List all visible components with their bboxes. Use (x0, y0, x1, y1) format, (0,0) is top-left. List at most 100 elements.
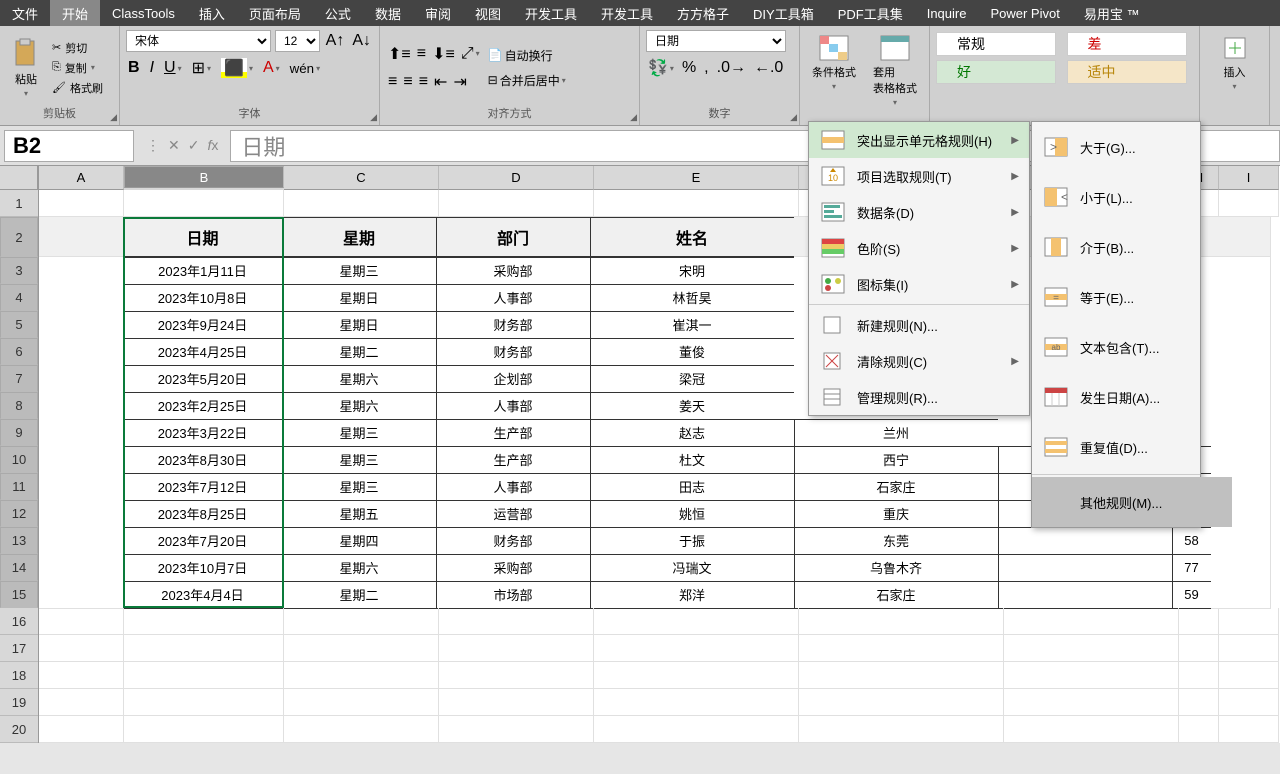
cell[interactable]: 部门 (436, 217, 591, 257)
cell[interactable]: 2023年10月7日 (123, 554, 283, 582)
comma-button[interactable]: , (702, 56, 710, 80)
dialog-launcher-icon[interactable]: ◢ (790, 112, 797, 123)
row-header[interactable]: 20 (0, 716, 38, 743)
cell[interactable]: 2023年3月22日 (123, 419, 283, 447)
cell[interactable] (39, 716, 124, 743)
row-header[interactable]: 6 (0, 338, 38, 365)
cell[interactable]: 采购部 (436, 554, 591, 582)
cell[interactable] (594, 689, 799, 716)
row-header[interactable]: 16 (0, 608, 38, 635)
cell[interactable] (439, 662, 594, 689)
cell[interactable] (1219, 662, 1279, 689)
align-left-button[interactable]: ≡ (386, 70, 399, 94)
dialog-launcher-icon[interactable]: ◢ (370, 112, 377, 123)
menu-tab[interactable]: 开发工具 (513, 0, 589, 26)
decrease-font-button[interactable]: A↓ (350, 30, 373, 52)
cell[interactable]: 2023年2月25日 (123, 392, 283, 420)
border-button[interactable]: ⊞▾ (190, 56, 213, 80)
cell[interactable] (998, 527, 1173, 555)
percent-button[interactable]: % (680, 56, 698, 80)
cell[interactable] (594, 635, 799, 662)
column-header[interactable]: A (39, 166, 124, 190)
cell[interactable] (124, 608, 284, 635)
row-header[interactable]: 15 (0, 581, 38, 608)
row-header[interactable]: 13 (0, 527, 38, 554)
cell[interactable]: 58 (1172, 527, 1212, 555)
cell[interactable]: 重庆 (794, 500, 999, 528)
cell[interactable] (594, 608, 799, 635)
cell[interactable] (39, 554, 124, 582)
cell[interactable]: 乌鲁木齐 (794, 554, 999, 582)
cell[interactable] (1211, 527, 1271, 555)
cell[interactable]: 星期六 (282, 554, 437, 582)
cell[interactable]: 2023年8月30日 (123, 446, 283, 474)
cell[interactable]: 生产部 (436, 419, 591, 447)
menu-item[interactable]: <小于(L)... (1032, 172, 1232, 222)
menu-item[interactable]: >大于(G)... (1032, 122, 1232, 172)
cell[interactable]: 星期二 (282, 581, 437, 609)
cell[interactable] (39, 527, 124, 555)
row-header[interactable]: 5 (0, 311, 38, 338)
cell[interactable]: 企划部 (436, 365, 591, 393)
cell[interactable]: 财务部 (436, 338, 591, 366)
cell[interactable]: 赵志 (590, 419, 795, 447)
cell[interactable]: 星期三 (282, 257, 437, 285)
cell[interactable] (124, 635, 284, 662)
increase-decimal-button[interactable]: .0→ (715, 56, 748, 80)
row-header[interactable]: 17 (0, 635, 38, 662)
row-header[interactable]: 7 (0, 365, 38, 392)
cell[interactable]: 星期三 (282, 446, 437, 474)
menu-item[interactable]: 新建规则(N)... (809, 307, 1029, 343)
cell[interactable] (39, 365, 124, 393)
cell[interactable]: 2023年5月20日 (123, 365, 283, 393)
menu-item[interactable]: 色阶(S)▶ (809, 230, 1029, 266)
cell[interactable] (439, 635, 594, 662)
indent-decrease-button[interactable]: ⇤ (432, 70, 449, 94)
cell[interactable] (1219, 635, 1279, 662)
cell[interactable]: 日期 (123, 217, 283, 257)
cell[interactable] (284, 635, 439, 662)
menu-item[interactable]: 10项目选取规则(T)▶ (809, 158, 1029, 194)
cell[interactable]: 2023年7月20日 (123, 527, 283, 555)
row-header[interactable]: 19 (0, 689, 38, 716)
menu-tab[interactable]: 页面布局 (237, 0, 313, 26)
cell[interactable]: 人事部 (436, 284, 591, 312)
menu-item[interactable]: 介于(B)... (1032, 222, 1232, 272)
cell[interactable]: 星期四 (282, 527, 437, 555)
cell[interactable] (439, 689, 594, 716)
menu-item[interactable]: =等于(E)... (1032, 272, 1232, 322)
menu-tab[interactable]: 公式 (313, 0, 363, 26)
cell[interactable] (998, 554, 1173, 582)
font-color-button[interactable]: A▾ (261, 57, 282, 79)
cell[interactable] (1004, 716, 1179, 743)
menu-tab[interactable]: ClassTools (100, 0, 187, 26)
cell[interactable] (284, 689, 439, 716)
cell[interactable]: 星期六 (282, 365, 437, 393)
cell[interactable]: 星期五 (282, 500, 437, 528)
cancel-icon[interactable]: ✕ (168, 137, 180, 154)
cell[interactable]: 人事部 (436, 392, 591, 420)
dropdown-icon[interactable]: ⋮ (146, 137, 160, 154)
menu-tab[interactable]: Inquire (915, 0, 979, 26)
row-header[interactable]: 11 (0, 473, 38, 500)
cell[interactable]: 东莞 (794, 527, 999, 555)
cell[interactable]: 2023年10月8日 (123, 284, 283, 312)
cell[interactable] (1004, 662, 1179, 689)
wrap-text-button[interactable]: 📄自动换行 (486, 45, 568, 66)
cell[interactable]: 星期三 (282, 419, 437, 447)
cell[interactable] (998, 581, 1173, 609)
cell[interactable]: 2023年4月25日 (123, 338, 283, 366)
cell[interactable] (1004, 635, 1179, 662)
font-size-select[interactable]: 12 (275, 30, 320, 52)
cell[interactable] (39, 311, 124, 339)
menu-tab[interactable]: 开发工具 (589, 0, 665, 26)
align-middle-button[interactable]: ≡ (415, 42, 428, 66)
cell[interactable] (1179, 716, 1219, 743)
menu-tab[interactable]: 插入 (187, 0, 237, 26)
row-header[interactable]: 1 (0, 190, 38, 217)
cell[interactable] (1179, 689, 1219, 716)
cell[interactable] (799, 635, 1004, 662)
row-header[interactable]: 8 (0, 392, 38, 419)
cell[interactable] (39, 608, 124, 635)
cell[interactable] (39, 284, 124, 312)
